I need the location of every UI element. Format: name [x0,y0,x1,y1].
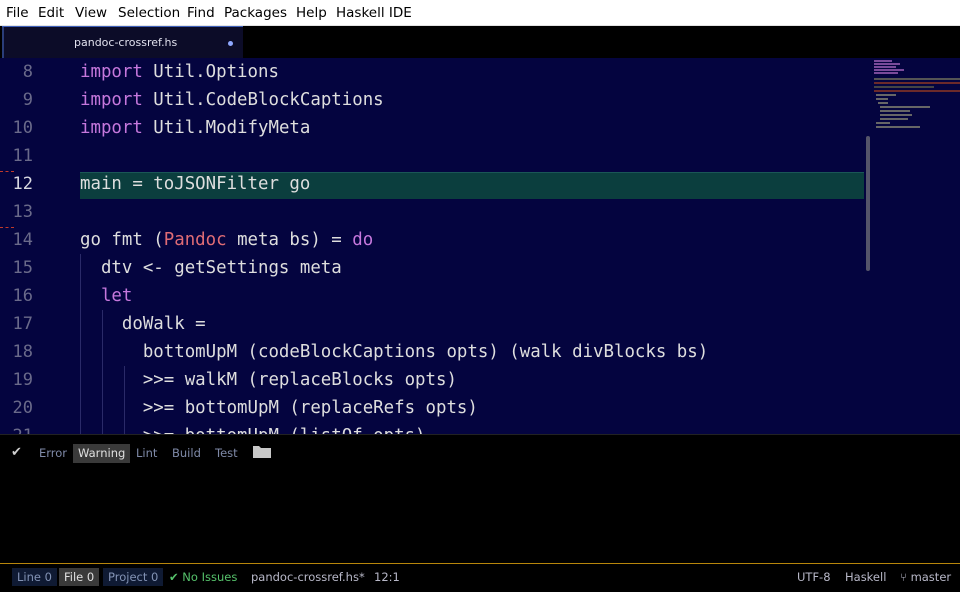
code-line[interactable]: bottomUpM (codeBlockCaptions opts) (walk… [80,338,708,366]
tab-test[interactable]: Test [210,444,243,463]
file-path[interactable]: pandoc-crossref.hs* [251,568,365,586]
line-number[interactable]: 8 [3,58,33,86]
menu-find[interactable]: Find [187,5,215,21]
line-number[interactable]: 21 [3,422,33,434]
tab-lint[interactable]: Lint [131,444,162,463]
code-line[interactable]: dtv <- getSettings meta [80,254,342,282]
menu-view[interactable]: View [75,5,107,21]
code-line[interactable]: doWalk = [80,310,206,338]
line-number-gutter[interactable]: 89101112131415161718192021 [0,58,70,434]
line-number[interactable]: 19 [3,366,33,394]
keyword-token: import [80,118,143,138]
folder-icon[interactable] [253,445,271,458]
file-issue-count[interactable]: File 0 [59,568,100,586]
menu-packages[interactable]: Packages [224,5,287,21]
branch-label: master [910,570,952,584]
status-bar: Line 0 File 0 Project 0 ✔ No Issues pand… [0,564,960,592]
ok-check-icon: ✔ [169,570,179,584]
grammar[interactable]: Haskell [845,568,886,586]
line-number[interactable]: 15 [3,254,33,282]
keyword-token: import [80,62,143,82]
linter-panel: ✔ Error Warning Lint Build Test [0,434,960,564]
tab-accent [2,27,4,59]
git-branch[interactable]: ⑂ master [900,568,951,586]
code-line[interactable]: main = toJSONFilter go [80,170,310,198]
line-number[interactable]: 9 [3,86,33,114]
code-token: >>= bottomUpM (listOf opts) [80,426,426,434]
editor[interactable]: 89101112131415161718192021 import Util.O… [0,58,960,434]
code-line[interactable]: import Util.ModifyMeta [80,114,310,142]
code-line[interactable]: >>= bottomUpM (replaceRefs opts) [80,394,478,422]
code-token: go fmt ( [80,230,164,250]
line-issue-count[interactable]: Line 0 [12,568,57,586]
line-number[interactable]: 13 [3,198,33,226]
menu-haskell-ide[interactable]: Haskell IDE [336,5,412,21]
line-number[interactable]: 12 [3,170,33,198]
tab-build[interactable]: Build [167,444,206,463]
code-token: Util.ModifyMeta [142,118,311,138]
code-token: bottomUpM (codeBlockCaptions opts) (walk… [80,342,709,362]
menu-edit[interactable]: Edit [38,5,64,21]
code-token: doWalk = [80,314,206,334]
modified-indicator-icon[interactable] [228,41,233,46]
line-number[interactable]: 17 [3,310,33,338]
menu-selection[interactable]: Selection [118,5,180,21]
line-number[interactable]: 14 [3,226,33,254]
line-number[interactable]: 10 [3,114,33,142]
menu-file[interactable]: File [6,5,29,21]
code-token: >>= walkM (replaceBlocks opts) [80,370,457,390]
keyword-token: do [352,230,374,250]
code-line[interactable]: import Util.CodeBlockCaptions [80,86,384,114]
tab-warning[interactable]: Warning [73,444,131,463]
line-number[interactable]: 20 [3,394,33,422]
cursor-position[interactable]: 12:1 [374,568,400,586]
branch-icon: ⑂ [900,570,907,584]
code-token: Util.CodeBlockCaptions [142,90,384,110]
line-number[interactable]: 11 [3,142,33,170]
tab-bar: pandoc-crossref.hs [0,26,960,59]
vertical-scrollbar[interactable] [866,136,870,271]
menu-help[interactable]: Help [296,5,327,21]
code-line[interactable]: let [80,282,132,310]
no-issues-label: No Issues [182,570,238,584]
check-icon[interactable]: ✔ [11,445,22,460]
tab-pandoc-crossref[interactable]: pandoc-crossref.hs [2,26,243,59]
menu-bar: File Edit View Selection Find Packages H… [0,0,960,26]
code-line[interactable]: go fmt (Pandoc meta bs) = do [80,226,373,254]
type-token: Pandoc [163,230,227,250]
code-token: Util.Options [142,62,279,82]
code-token: main = toJSONFilter go [80,174,311,194]
encoding[interactable]: UTF-8 [797,568,831,586]
no-issues-status[interactable]: ✔ No Issues [169,568,237,586]
code-line[interactable]: import Util.Options [80,58,279,86]
tab-title: pandoc-crossref.hs [74,36,178,49]
line-number[interactable]: 16 [3,282,33,310]
code-line[interactable]: >>= walkM (replaceBlocks opts) [80,366,457,394]
project-issue-count[interactable]: Project 0 [103,568,164,586]
code-token: dtv <- getSettings meta [80,258,342,278]
tab-error[interactable]: Error [34,444,72,463]
code-token: >>= bottomUpM (replaceRefs opts) [80,398,478,418]
minimap[interactable] [871,58,960,130]
keyword-token: import [80,90,143,110]
code-line[interactable]: >>= bottomUpM (listOf opts) [80,422,426,434]
keyword-token: let [100,286,133,306]
line-number[interactable]: 18 [3,338,33,366]
code-token: meta bs) = [226,230,353,250]
